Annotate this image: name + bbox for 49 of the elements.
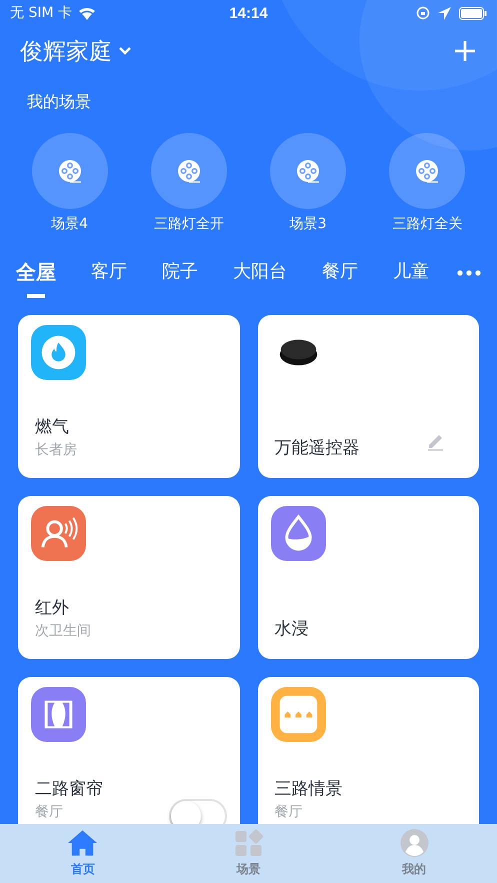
grid-icon xyxy=(233,829,264,857)
curtain-icon xyxy=(31,687,86,742)
scene-shortcut[interactable]: 三路灯全关 xyxy=(368,133,486,233)
device-card[interactable]: 燃气 长者房 xyxy=(18,315,240,478)
bottom-tab[interactable]: 我的 xyxy=(331,824,497,883)
section-title: 我的场景 xyxy=(26,91,92,113)
toggle-switch[interactable] xyxy=(168,799,226,824)
rotation-lock-icon xyxy=(416,6,430,20)
user-avatar-icon xyxy=(398,829,430,857)
bottom-tab[interactable]: 场景 xyxy=(166,824,332,883)
clock-time: 14:14 xyxy=(229,4,268,22)
device-name: 红外 xyxy=(35,597,70,619)
device-room: 次卫生间 xyxy=(35,622,92,640)
device-room: 餐厅 xyxy=(274,803,304,821)
device-name: 水浸 xyxy=(274,618,310,640)
home-icon xyxy=(67,829,98,857)
scene-shortcut[interactable]: 三路灯全开 xyxy=(130,133,248,233)
room-tab[interactable]: 客厅 xyxy=(91,259,127,283)
device-card[interactable]: 水浸 xyxy=(258,496,479,659)
room-tab[interactable]: 餐厅 xyxy=(322,259,358,283)
device-name: 燃气 xyxy=(35,416,70,438)
carrier-text: 无 SIM 卡 xyxy=(10,4,72,22)
scene-shortcut[interactable]: 场景4 xyxy=(10,133,129,233)
device-card[interactable]: 二路窗帘 餐厅 xyxy=(18,677,240,824)
more-icon[interactable] xyxy=(457,269,481,277)
device-room: 餐厅 xyxy=(35,803,64,821)
bottom-tab[interactable]: 首页 xyxy=(0,824,166,883)
device-room: 长者房 xyxy=(35,441,78,459)
device-name: 万能遥控器 xyxy=(274,437,360,459)
room-tab[interactable]: 大阳台 xyxy=(233,259,287,283)
water-drop-icon xyxy=(270,506,326,561)
three-gang-panel-icon xyxy=(270,687,326,742)
device-card[interactable]: 三路情景 餐厅 xyxy=(258,677,479,824)
room-tab[interactable]: 院子 xyxy=(162,259,198,283)
device-name: 二路窗帘 xyxy=(35,778,104,800)
flame-icon xyxy=(31,325,86,380)
room-tab[interactable]: 儿童 xyxy=(393,259,429,283)
home-selector[interactable]: 俊辉家庭 xyxy=(20,36,132,66)
chevron-down-icon xyxy=(118,46,132,56)
location-arrow-icon xyxy=(438,6,451,20)
room-tab[interactable]: 全屋 xyxy=(16,259,56,298)
person-signal-icon xyxy=(31,506,86,561)
scene-shortcut[interactable]: 场景3 xyxy=(249,133,368,233)
device-card[interactable]: 红外 次卫生间 xyxy=(18,496,240,659)
add-button[interactable] xyxy=(453,39,477,63)
device-name: 三路情景 xyxy=(274,778,344,800)
device-card[interactable]: 万能遥控器 xyxy=(258,315,479,478)
battery-icon xyxy=(459,6,487,20)
wifi-icon xyxy=(78,6,96,20)
